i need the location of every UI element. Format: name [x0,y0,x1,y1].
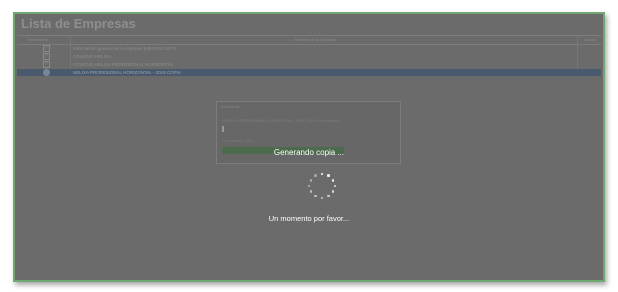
company-name: COLEGIO HELIXA PROFESIONAL HORIZONTAL [73,62,174,67]
column-header-name[interactable]: Nombre de la Empresa [295,37,336,42]
dialog-subtext: Generando copia ... [222,138,258,143]
selected-radio-icon[interactable] [43,69,50,76]
column-header-status[interactable]: Estado [584,37,596,42]
progress-marker [222,126,224,132]
checkbox-checked-icon[interactable]: ✓ [43,61,50,68]
checkbox-checked-icon[interactable]: ✓ [43,53,50,60]
table-row[interactable]: ✓ COLEGIO HELIXA [17,53,601,60]
table-row-selected[interactable]: HELIXA PROFESIONAL HORIZONTAL - 2019 COP… [17,69,601,76]
company-name: HELIXA PROFESIONAL HORIZONTAL - 2019 COP… [73,70,181,75]
table-row[interactable]: ✓ COLEGIO HELIXA PROFESIONAL HORIZONTAL [17,61,601,68]
column-header-select[interactable]: Seleccionar [27,37,48,42]
company-name: Información general de la empresa (HECHA… [73,46,177,51]
grid-header: Seleccionar Nombre de la Empresa Estado [17,35,601,45]
page-title: Lista de Empresas [21,16,136,31]
overlay-status-text: Generando copia ... [273,148,345,157]
company-name: COLEGIO HELIXA [73,54,111,59]
overlay-wait-message: Un momento por favor... [268,214,350,223]
checkbox-checked-icon[interactable]: ✓ [43,45,50,52]
dialog-text: HELIXA PROFESIONAL HORIZONTAL - 2019 COP… [222,118,339,123]
dialog-title: Generando [220,104,241,109]
table-row[interactable]: ✓ Información general de la empresa (HEC… [17,45,601,52]
